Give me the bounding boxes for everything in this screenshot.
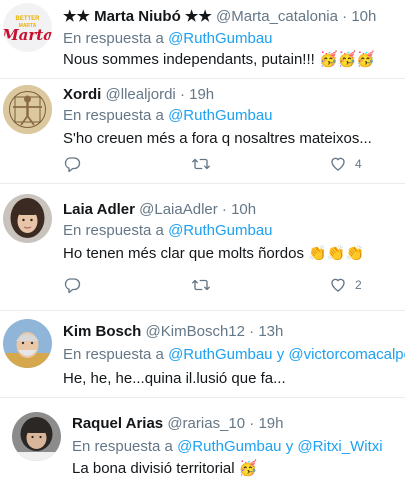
- mention-link[interactable]: @victorcomacalpe: [288, 346, 405, 363]
- retweet-button[interactable]: [191, 155, 211, 173]
- mention-link[interactable]: @RuthGumbau: [168, 30, 272, 47]
- avatar-logo-icon: BETTER MARTA Marta: [3, 3, 52, 52]
- reply-prefix: En respuesta a: [63, 30, 164, 47]
- tweet-header: ★★ Marta Niubó ★★ @Marta_catalonia · 10h: [63, 8, 376, 26]
- author-name[interactable]: Kim Bosch: [63, 323, 141, 340]
- reply-context: En respuesta a @RuthGumbau y @victorcoma…: [63, 346, 405, 364]
- reply-prefix: En respuesta a: [63, 107, 164, 124]
- party-emoji-icon: 🥳: [238, 460, 258, 477]
- separator-dot: ·: [342, 8, 348, 25]
- tweet-text-content: Nous sommes independants, putain!!!: [63, 51, 315, 68]
- timestamp[interactable]: 13h: [258, 323, 283, 340]
- party-emoji-icon: 🥳🥳🥳: [319, 51, 376, 68]
- author-name[interactable]: Marta Niubó: [94, 8, 181, 25]
- separator-dot: ·: [179, 86, 185, 103]
- tweet-text-content: Ho tenen més clar que molts ñordos: [63, 245, 304, 262]
- reply-icon: [64, 157, 81, 173]
- mention-link[interactable]: @RuthGumbau: [168, 346, 272, 363]
- reply-context: En respuesta a @RuthGumbau: [63, 222, 273, 240]
- portrait-icon: [12, 412, 61, 461]
- tweet[interactable]: BETTER MARTA Marta ★★ Marta Niubó ★★ @Ma…: [0, 0, 405, 78]
- reply-button[interactable]: [63, 155, 81, 173]
- reply-context: En respuesta a @RuthGumbau: [63, 30, 273, 48]
- portrait-icon: [3, 194, 52, 243]
- timestamp[interactable]: 19h: [189, 86, 214, 103]
- separator-dot: ·: [249, 415, 255, 432]
- like-button[interactable]: 2: [329, 276, 362, 294]
- separator-dot: ·: [221, 201, 227, 218]
- avatar[interactable]: [12, 412, 61, 461]
- tweet-header: Laia Adler @LaiaAdler · 10h: [63, 201, 256, 219]
- tweet-text: S'ho creuen més a fora q nosaltres matei…: [63, 130, 372, 147]
- retweet-icon: [192, 158, 210, 170]
- avatar[interactable]: [3, 194, 52, 243]
- timestamp[interactable]: 19h: [258, 415, 283, 432]
- reply-button[interactable]: [63, 276, 81, 294]
- like-button[interactable]: 4: [329, 155, 362, 173]
- like-count: 2: [355, 278, 362, 292]
- reply-prefix: En respuesta a: [63, 346, 164, 363]
- tweet-text: Ho tenen més clar que molts ñordos 👏👏👏: [63, 245, 364, 263]
- reply-joiner: y: [276, 346, 285, 363]
- reply-context: En respuesta a @RuthGumbau y @Ritxi_Witx…: [72, 438, 383, 456]
- tweet-actions: 4: [63, 155, 383, 175]
- clapping-hands-emoji-icon: 👏👏👏: [308, 245, 365, 262]
- vitruvian-man-icon: [3, 85, 52, 134]
- mention-link[interactable]: @Ritxi_Witxi: [297, 438, 382, 455]
- reply-prefix: En respuesta a: [72, 438, 173, 455]
- author-name[interactable]: Raquel Arias: [72, 415, 163, 432]
- author-handle[interactable]: @KimBosch12: [146, 323, 245, 340]
- timestamp[interactable]: 10h: [231, 201, 256, 218]
- tweet[interactable]: Kim Bosch @KimBosch12 · 13h En respuesta…: [0, 311, 405, 396]
- avatar[interactable]: BETTER MARTA Marta: [3, 3, 52, 52]
- tweet[interactable]: Xordi @llealjordi · 19h En respuesta a @…: [0, 79, 405, 182]
- author-name[interactable]: Xordi: [63, 86, 101, 103]
- tweet-text: La bona divisió territorial 🥳: [72, 460, 257, 478]
- avatar[interactable]: [3, 85, 52, 134]
- tweet-text-content: La bona divisió territorial: [72, 460, 235, 477]
- tweet-actions: 2: [63, 276, 383, 296]
- tweet-header: Raquel Arias @rarias_10 · 19h: [72, 415, 283, 433]
- retweet-icon: [192, 279, 210, 291]
- mention-link[interactable]: @RuthGumbau: [177, 438, 281, 455]
- reply-context: En respuesta a @RuthGumbau: [63, 107, 273, 125]
- like-count: 4: [355, 157, 362, 171]
- retweet-button[interactable]: [191, 276, 211, 294]
- author-name[interactable]: Laia Adler: [63, 201, 135, 218]
- avatar[interactable]: [3, 319, 52, 368]
- svg-text:Marta: Marta: [3, 26, 52, 44]
- author-handle[interactable]: @LaiaAdler: [139, 201, 218, 218]
- mention-link[interactable]: @RuthGumbau: [168, 222, 272, 239]
- reply-joiner: y: [285, 438, 294, 455]
- heart-icon: [331, 278, 345, 292]
- timestamp[interactable]: 10h: [351, 8, 376, 25]
- author-handle[interactable]: @Marta_catalonia: [216, 8, 338, 25]
- reply-icon: [64, 278, 81, 294]
- author-handle[interactable]: @rarias_10: [167, 415, 245, 432]
- reply-prefix: En respuesta a: [63, 222, 164, 239]
- stars-left: ★★: [63, 8, 90, 25]
- tweet-text: Nous sommes independants, putain!!! 🥳🥳🥳: [63, 51, 375, 69]
- tweet-header: Kim Bosch @KimBosch12 · 13h: [63, 323, 283, 341]
- heart-icon: [331, 157, 345, 171]
- author-handle[interactable]: @llealjordi: [106, 86, 176, 103]
- tweet[interactable]: Raquel Arias @rarias_10 · 19h En respues…: [0, 398, 405, 485]
- tweet-text: He, he, he...quina il.lusió que fa...: [63, 370, 286, 387]
- mention-link[interactable]: @RuthGumbau: [168, 107, 272, 124]
- tweet-header: Xordi @llealjordi · 19h: [63, 86, 214, 104]
- portrait-icon: [3, 319, 52, 368]
- separator-dot: ·: [249, 323, 255, 340]
- stars-right: ★★: [184, 8, 212, 25]
- svg-text:BETTER: BETTER: [16, 16, 41, 22]
- tweet[interactable]: Laia Adler @LaiaAdler · 10h En respuesta…: [0, 184, 405, 301]
